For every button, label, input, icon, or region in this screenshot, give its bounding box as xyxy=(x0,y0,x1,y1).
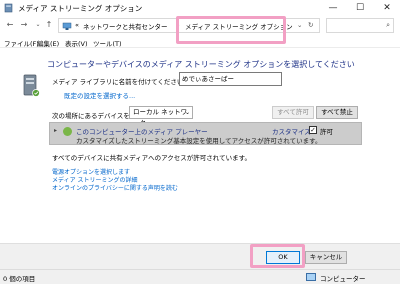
allow-checkbox-label: 許可 xyxy=(320,128,333,136)
all-allowed-message: すべてのデバイスに共有メディアへのアクセスが許可されています。 xyxy=(52,154,251,162)
search-icon[interactable]: ⌕ xyxy=(386,21,390,30)
privacy-statement-link[interactable]: オンラインのプライバシーに関する声明を読む xyxy=(52,183,178,192)
dialog-footer: OK キャンセル xyxy=(0,243,400,269)
forward-arrow-icon[interactable]: → xyxy=(18,19,30,31)
menu-tools[interactable]: ツール(T) xyxy=(93,38,122,48)
cancel-button[interactable]: キャンセル xyxy=(305,251,347,264)
status-bar: 0 個の項目 コンピューター xyxy=(0,269,400,284)
media-streaming-icon xyxy=(4,3,13,13)
expand-arrow-icon[interactable]: ▸ xyxy=(54,127,57,134)
title-bar: メディア ストリーミング オプション — ☐ ✕ xyxy=(0,0,400,16)
minimize-button[interactable]: — xyxy=(322,0,344,16)
maximize-button[interactable]: ☐ xyxy=(349,0,371,16)
network-location-select[interactable]: ローカル ネットワーク ⌄ xyxy=(129,106,193,127)
device-description: カスタマイズしたストリーミング基本設定を使用してアクセスが許可されています。 xyxy=(76,137,322,145)
search-input[interactable]: ⌕ xyxy=(326,18,394,33)
library-name-input[interactable]: めでぃあさーばー xyxy=(179,72,282,86)
menu-file[interactable]: ファイル(F) xyxy=(4,38,39,48)
page-heading: コンピューターやデバイスのメディア ストリーミング オプションを選択してください xyxy=(47,60,355,69)
menu-view[interactable]: 表示(V) xyxy=(65,38,88,48)
address-dropdown-icon[interactable]: ⌄ xyxy=(297,21,302,29)
ok-button-highlight xyxy=(250,244,305,268)
allow-checkbox[interactable]: ✓ xyxy=(309,126,317,134)
allow-all-button[interactable]: すべて許可 xyxy=(272,106,314,119)
device-list-item[interactable]: ▸ このコンピューター上のメディア プレーヤー カスタマイズしたストリーミング基… xyxy=(49,122,362,145)
main-content: コンピューターやデバイスのメディア ストリーミング オプションを選択してください… xyxy=(0,49,400,269)
library-name-highlight xyxy=(176,16,286,44)
back-arrow-icon[interactable]: ← xyxy=(4,19,16,31)
media-player-icon xyxy=(63,127,72,136)
breadcrumb-overflow[interactable]: « xyxy=(75,21,79,29)
up-arrow-icon[interactable]: ↑ xyxy=(43,19,55,31)
chevron-down-icon: ⌄ xyxy=(184,109,190,116)
block-all-button[interactable]: すべて禁止 xyxy=(316,106,358,119)
status-location: コンピューター xyxy=(320,275,366,283)
window-title: メディア ストリーミング オプション xyxy=(18,4,143,13)
media-server-icon xyxy=(23,74,40,97)
refresh-icon[interactable]: ↻ xyxy=(308,21,313,29)
default-settings-link[interactable]: 既定の設定を選択する... xyxy=(64,90,135,100)
breadcrumb-network-center[interactable]: ネットワークと共有センター xyxy=(83,21,168,31)
menu-edit[interactable]: 編集(E) xyxy=(37,38,59,48)
library-name-label: メディア ライブラリに名前を付けてください: xyxy=(52,78,186,86)
close-button[interactable]: ✕ xyxy=(376,0,398,16)
item-count: 0 個の項目 xyxy=(3,275,36,283)
computer-icon xyxy=(306,273,316,281)
network-icon xyxy=(62,22,72,30)
